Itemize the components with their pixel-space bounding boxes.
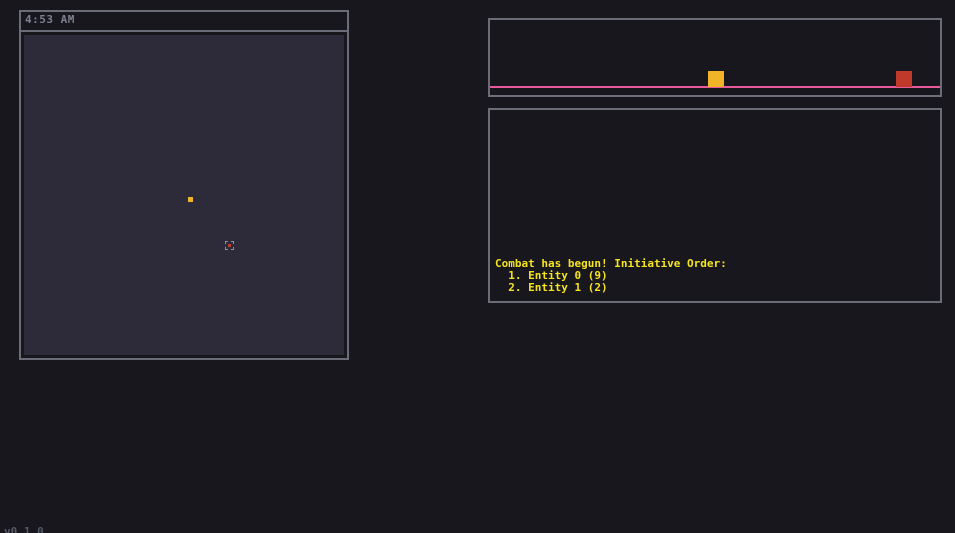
enemy-marker-core xyxy=(228,244,231,247)
combat-log: Combat has begun! Initiative Order: 1. E… xyxy=(495,258,935,294)
log-line: 2. Entity 1 (2) xyxy=(495,281,608,294)
game-screen: 4:53 AM Combat has begun! Initiative Ord… xyxy=(0,0,955,533)
initiative-token-entity-1[interactable] xyxy=(896,71,912,87)
enemy-marker-icon[interactable] xyxy=(225,241,234,250)
clock-bar: 4:53 AM xyxy=(19,10,349,32)
map-viewport[interactable] xyxy=(24,35,344,355)
version-label: v0.1.0 xyxy=(4,525,44,533)
combat-log-panel: Combat has begun! Initiative Order: 1. E… xyxy=(488,108,942,303)
map-frame xyxy=(19,30,349,360)
map-panel: 4:53 AM xyxy=(19,10,349,360)
game-clock: 4:53 AM xyxy=(25,13,75,26)
player-marker-icon[interactable] xyxy=(188,197,193,202)
initiative-tracker xyxy=(488,18,942,97)
initiative-token-entity-0[interactable] xyxy=(708,71,724,87)
